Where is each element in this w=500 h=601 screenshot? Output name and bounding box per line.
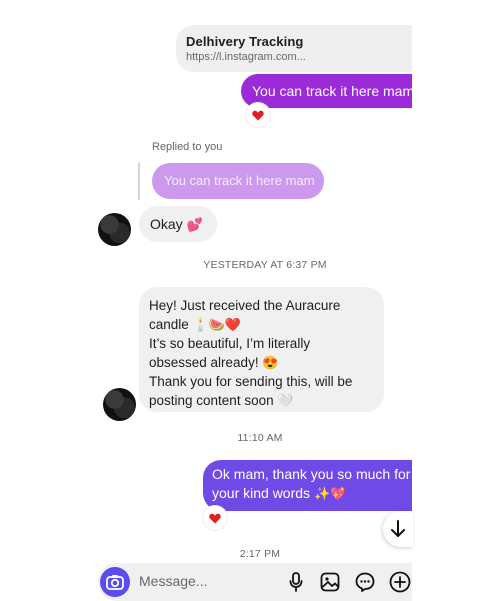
message-line-with-emoji: posting content soon 🤍 — [149, 391, 376, 410]
message-input[interactable]: Message... — [139, 573, 207, 589]
sticker-button[interactable] — [354, 571, 376, 593]
sticker-icon — [355, 572, 375, 592]
avatar[interactable] — [98, 213, 131, 246]
message-line: posting content soon — [149, 393, 274, 408]
heart-icon — [252, 110, 264, 120]
replied-label: Replied to you — [152, 141, 223, 153]
message-line: Hey! Just received the Auracure — [149, 298, 341, 313]
arrow-down-icon — [391, 520, 405, 537]
emoji: 💕 — [186, 217, 203, 232]
timestamp: 11:10 AM — [237, 432, 283, 444]
incoming-message[interactable]: Hey! Just received the Auracure candle 🕯… — [139, 287, 384, 412]
message-line: Thank you for sending this, will be — [149, 374, 353, 389]
message-line: obsessed already! — [149, 355, 259, 370]
link-preview-card[interactable]: Delhivery Tracking https://l.instagram.c… — [176, 25, 412, 72]
candle-watermelon-heart-emoji: 🕯️🍉❤️ — [192, 317, 242, 332]
gallery-icon — [320, 572, 340, 592]
quoted-message[interactable]: You can track it here mam — [152, 163, 324, 199]
message-line: candle — [149, 317, 189, 332]
timestamp: 2:17 PM — [239, 548, 281, 560]
message-line-with-emoji: obsessed already! 😍 — [149, 353, 376, 372]
gallery-button[interactable] — [319, 571, 341, 593]
link-url: https://l.instagram.com... — [186, 51, 306, 63]
outgoing-message[interactable]: Ok mam, thank you so much for your kind … — [203, 460, 412, 511]
camera-icon — [106, 575, 124, 590]
microphone-icon — [289, 572, 303, 592]
message-line: It’s so beautiful, I’m literally — [149, 336, 311, 351]
white-heart-emoji: 🤍 — [277, 393, 294, 408]
microphone-button[interactable] — [285, 571, 307, 593]
add-button[interactable] — [389, 571, 411, 593]
reply-indicator-bar — [138, 162, 140, 200]
heart-reaction-icon[interactable] — [246, 103, 270, 127]
link-title: Delhivery Tracking — [186, 34, 304, 49]
heart-icon — [209, 513, 221, 523]
heart-eyes-emoji: 😍 — [262, 355, 279, 370]
incoming-message[interactable]: Okay 💕 — [139, 206, 217, 242]
message-text: Ok mam, thank you so much for your kind … — [212, 466, 411, 501]
message-line-with-emoji: candle 🕯️🍉❤️ — [149, 315, 376, 334]
timestamp: YESTERDAY AT 6:37 PM — [203, 259, 327, 271]
scroll-to-bottom-button[interactable] — [383, 511, 413, 547]
sparkles-heart-emoji: ✨💖 — [313, 486, 347, 501]
camera-button[interactable] — [100, 567, 130, 597]
plus-icon — [389, 571, 411, 593]
outgoing-message[interactable]: You can track it here mam — [241, 74, 412, 108]
avatar[interactable] — [103, 388, 136, 421]
message-text: Okay — [150, 216, 183, 232]
heart-reaction-icon[interactable] — [203, 506, 227, 530]
